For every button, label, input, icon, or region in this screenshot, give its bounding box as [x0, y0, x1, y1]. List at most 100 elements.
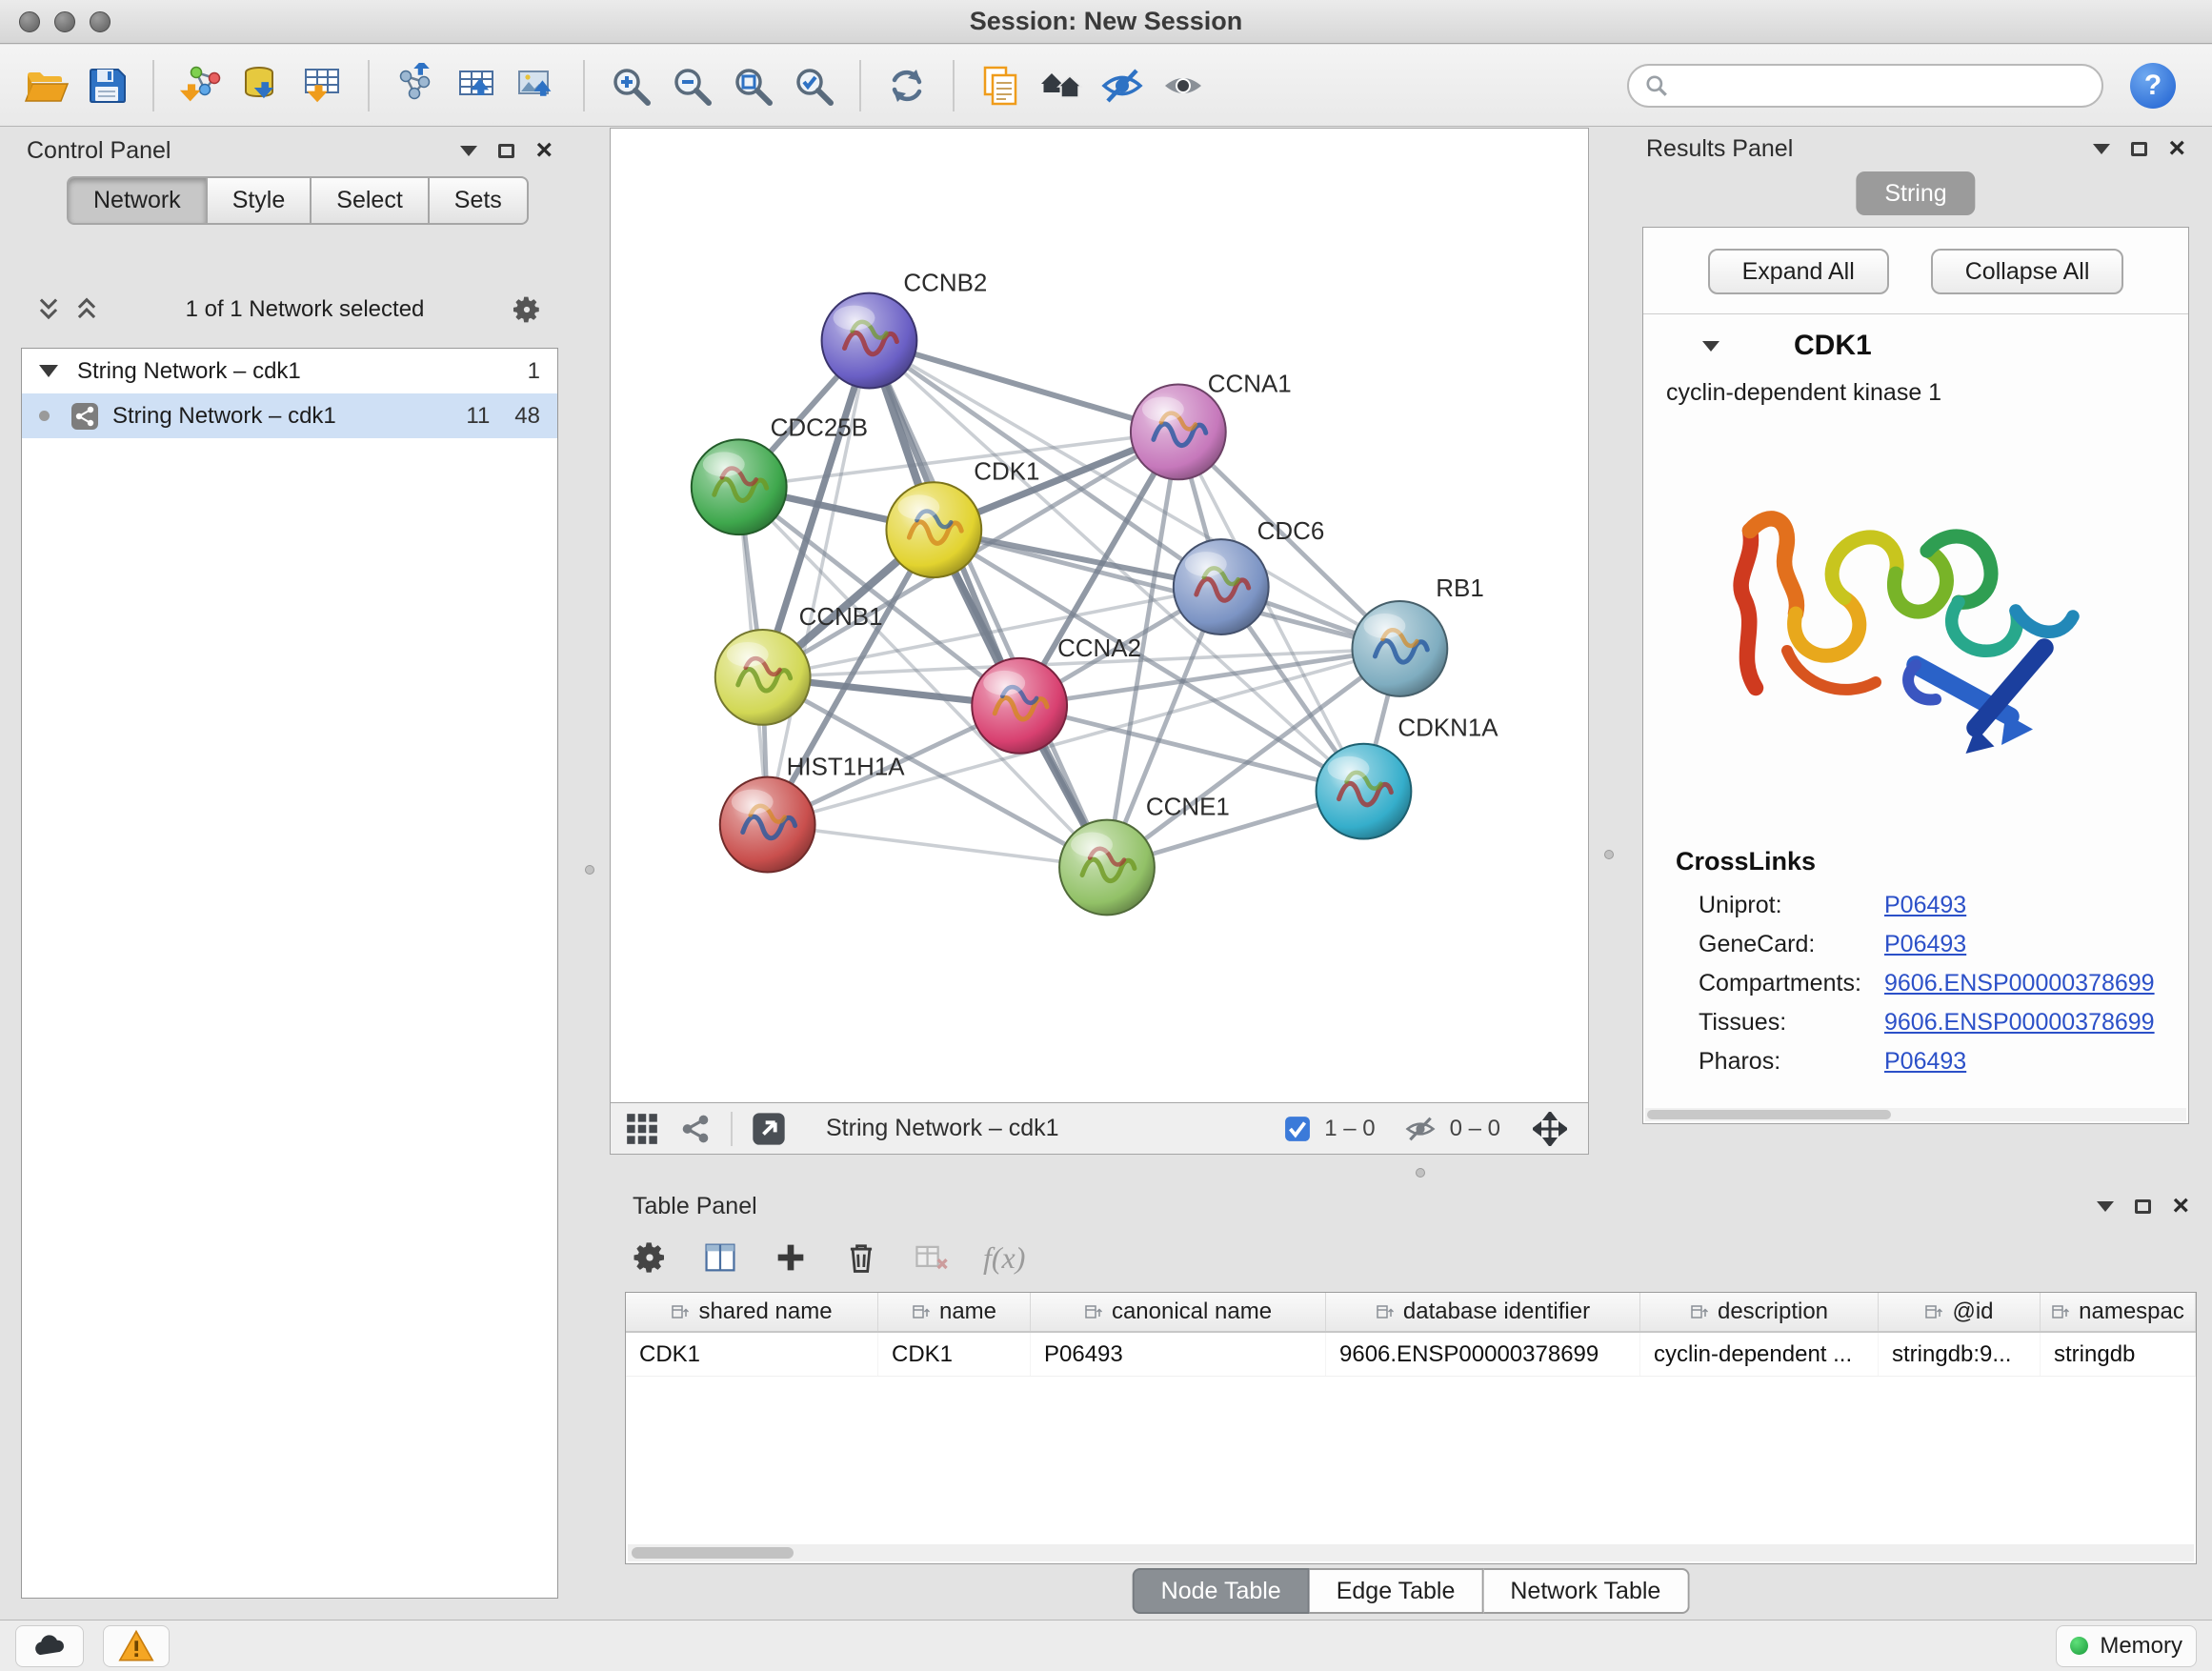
column-header[interactable]: canonical name — [1031, 1293, 1326, 1331]
toolbar-separator — [859, 60, 861, 111]
copy-style-button[interactable] — [972, 54, 1029, 117]
protein-structure-image — [1701, 432, 2130, 813]
cell-database-identifier: 9606.ENSP00000378699 — [1326, 1333, 1640, 1376]
results-horizontal-scrollbar[interactable] — [1645, 1108, 2186, 1121]
svg-text:CCNA1: CCNA1 — [1208, 371, 1292, 397]
protein-section-header[interactable]: CDK1 — [1643, 313, 2188, 370]
function-builder-icon[interactable]: f(x) — [983, 1240, 1025, 1276]
close-panel-icon[interactable]: × — [535, 136, 553, 165]
zoom-selected-button[interactable] — [785, 54, 842, 117]
add-column-icon[interactable] — [772, 1238, 810, 1277]
crosslink-link[interactable]: 9606.ENSP00000378699 — [1884, 1009, 2155, 1037]
memory-button[interactable]: Memory — [2056, 1625, 2197, 1667]
save-session-button[interactable] — [78, 54, 135, 117]
scrollbar-thumb[interactable] — [1647, 1110, 1891, 1119]
export-view-icon[interactable] — [750, 1110, 788, 1148]
birdseye-grid-icon[interactable] — [624, 1111, 660, 1147]
delete-table-icon[interactable] — [913, 1238, 951, 1277]
close-panel-icon[interactable]: × — [2172, 1192, 2189, 1220]
warnings-button[interactable] — [103, 1625, 170, 1667]
selected-checkbox-icon[interactable] — [1284, 1116, 1311, 1142]
crosslink-link[interactable]: P06493 — [1884, 892, 1966, 919]
splitter-handle[interactable] — [1416, 1168, 1425, 1178]
hide-selected-button[interactable] — [1094, 54, 1151, 117]
zoom-in-button[interactable] — [602, 54, 659, 117]
float-panel-icon[interactable] — [2131, 142, 2147, 156]
scrollbar-thumb[interactable] — [632, 1547, 794, 1559]
collapse-panel-icon[interactable] — [2097, 1201, 2114, 1212]
network-canvas[interactable]: CCNB2CCNA1CDC25BCDK1CDC6RB1CCNB1CCNA2CDK… — [610, 128, 1589, 1103]
move-crosshair-icon[interactable] — [1533, 1112, 1567, 1146]
refresh-button[interactable] — [878, 54, 935, 117]
collapse-panel-icon[interactable] — [2093, 144, 2110, 154]
minimize-window-button[interactable] — [54, 11, 75, 32]
import-network-database-button[interactable] — [232, 54, 290, 117]
network-tree-root-row[interactable]: String Network – cdk1 1 — [22, 349, 557, 393]
table-settings-gear-icon[interactable] — [631, 1238, 669, 1277]
svg-text:CDC25B: CDC25B — [771, 414, 868, 441]
column-header[interactable]: name — [878, 1293, 1031, 1331]
hidden-eye-slash-icon[interactable] — [1404, 1113, 1437, 1145]
column-header[interactable]: namespac — [2041, 1293, 2196, 1331]
delete-column-trash-icon[interactable] — [842, 1238, 880, 1277]
close-panel-icon[interactable]: × — [2168, 134, 2185, 163]
tab-edge-table[interactable]: Edge Table — [1310, 1568, 1484, 1614]
float-panel-icon[interactable] — [2135, 1199, 2151, 1214]
disclosure-triangle-icon[interactable] — [39, 365, 58, 377]
zoom-out-button[interactable] — [663, 54, 720, 117]
tab-network[interactable]: Network — [67, 176, 208, 225]
splitter-handle[interactable] — [585, 865, 594, 875]
network-tree-child-row[interactable]: String Network – cdk1 11 48 — [22, 393, 557, 438]
sort-column-icon — [1924, 1302, 1943, 1321]
tab-select[interactable]: Select — [312, 176, 429, 225]
protein-name: CDK1 — [1794, 330, 1872, 362]
splitter-handle[interactable] — [1604, 850, 1614, 859]
import-network-file-button[interactable] — [171, 54, 229, 117]
zoom-fit-button[interactable] — [724, 54, 781, 117]
import-network-database-icon — [238, 63, 284, 109]
tab-node-table[interactable]: Node Table — [1133, 1568, 1310, 1614]
export-image-button[interactable] — [509, 54, 566, 117]
collapse-all-icon[interactable] — [74, 295, 99, 324]
table-row[interactable]: CDK1 CDK1 P06493 9606.ENSP00000378699 cy… — [626, 1333, 2196, 1377]
first-neighbors-button[interactable] — [1033, 54, 1090, 117]
collapse-all-button[interactable]: Collapse All — [1931, 249, 2124, 294]
show-all-button[interactable] — [1155, 54, 1212, 117]
crosslink-link[interactable]: P06493 — [1884, 1048, 1966, 1076]
tab-style[interactable]: Style — [208, 176, 312, 225]
tab-sets[interactable]: Sets — [430, 176, 529, 225]
help-button[interactable]: ? — [2130, 63, 2176, 109]
zoom-window-button[interactable] — [90, 11, 111, 32]
toolbar-separator — [731, 1112, 733, 1146]
export-table-button[interactable] — [448, 54, 505, 117]
column-header[interactable]: shared name — [626, 1293, 878, 1331]
column-header[interactable]: database identifier — [1326, 1293, 1640, 1331]
expand-all-button[interactable]: Expand All — [1708, 249, 1889, 294]
section-disclosure-icon[interactable] — [1702, 341, 1719, 352]
share-network-icon[interactable] — [677, 1111, 714, 1147]
network-status-dot — [39, 411, 50, 421]
tab-network-table[interactable]: Network Table — [1483, 1568, 1689, 1614]
tab-string[interactable]: String — [1856, 171, 1975, 215]
expand-all-icon[interactable] — [36, 295, 61, 324]
open-session-button[interactable] — [17, 54, 74, 117]
column-header[interactable]: @id — [1879, 1293, 2041, 1331]
crosslink-link[interactable]: P06493 — [1884, 931, 1966, 958]
folder-open-icon — [23, 63, 69, 109]
import-table-button[interactable] — [293, 54, 351, 117]
network-canvas-svg[interactable]: CCNB2CCNA1CDC25BCDK1CDC6RB1CCNB1CCNA2CDK… — [611, 129, 1588, 1102]
column-header[interactable]: description — [1640, 1293, 1879, 1331]
cloud-status-button[interactable] — [15, 1625, 84, 1667]
hidden-counter: 0 – 0 — [1450, 1116, 1500, 1142]
gear-icon[interactable] — [511, 293, 543, 326]
table-horizontal-scrollbar[interactable] — [628, 1544, 2194, 1561]
search-input[interactable] — [1679, 71, 2086, 100]
collapse-panel-icon[interactable] — [460, 146, 477, 156]
export-network-button[interactable] — [387, 54, 444, 117]
show-columns-icon[interactable] — [701, 1238, 739, 1277]
sort-column-icon — [1690, 1302, 1709, 1321]
float-panel-icon[interactable] — [498, 144, 514, 158]
crosslink-link[interactable]: 9606.ENSP00000378699 — [1884, 970, 2155, 997]
node-count: 11 — [466, 403, 490, 430]
close-window-button[interactable] — [19, 11, 40, 32]
